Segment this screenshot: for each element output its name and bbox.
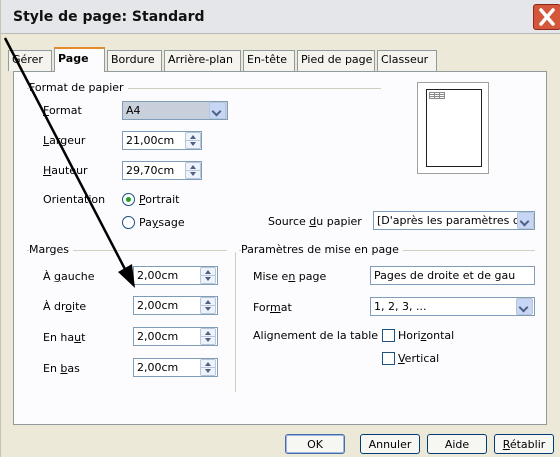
- page-style-dialog: Style de page: Standard Gérer Page Bordu…: [0, 0, 560, 457]
- tab-label: Page: [58, 52, 89, 65]
- tab-page[interactable]: Page: [54, 47, 105, 72]
